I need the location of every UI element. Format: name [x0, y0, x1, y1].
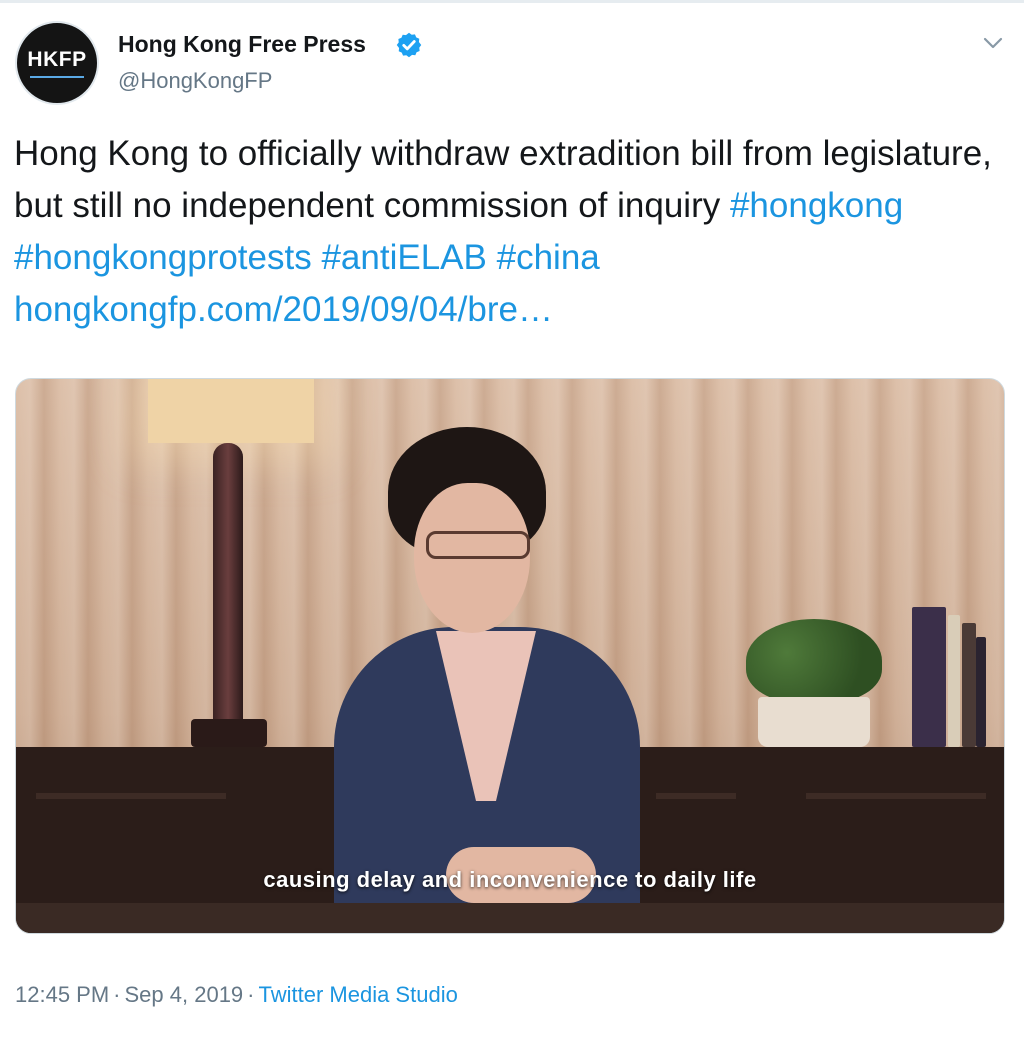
- hashtag-link[interactable]: #antiELAB: [321, 238, 486, 277]
- video-book: [912, 607, 946, 747]
- chevron-down-icon[interactable]: [980, 32, 1006, 54]
- tweet-text-segment: [487, 238, 497, 277]
- video-plant-pot: [758, 697, 870, 747]
- hashtag-link[interactable]: #hongkongprotests: [14, 238, 312, 277]
- video-player[interactable]: causing delay and inconvenience to daily…: [15, 378, 1005, 934]
- video-book: [948, 615, 960, 747]
- tweet-text: Hong Kong to officially withdraw extradi…: [14, 128, 1004, 336]
- tweet-date[interactable]: Sep 4, 2019: [125, 982, 244, 1007]
- meta-separator: ·: [113, 982, 121, 1007]
- url-link[interactable]: hongkongfp.com/2019/09/04/bre…: [14, 290, 553, 329]
- tweet-time[interactable]: 12:45 PM: [15, 982, 109, 1007]
- video-subtitle: causing delay and inconvenience to daily…: [263, 867, 757, 892]
- avatar-logo-rule: [30, 76, 84, 78]
- tweet-text-segment: [312, 238, 322, 277]
- video-lamp-shade: [148, 379, 314, 443]
- avatar[interactable]: HKFP: [15, 21, 99, 105]
- verified-badge-icon: [396, 32, 422, 58]
- video-person-glasses: [426, 531, 530, 559]
- video-lamp-base: [191, 719, 267, 747]
- video-plant: [746, 619, 882, 703]
- meta-separator: ·: [247, 982, 255, 1007]
- video-book: [976, 637, 986, 747]
- top-divider: [0, 0, 1024, 3]
- video-lamp-stem: [213, 443, 243, 733]
- video-cabinet-handle: [656, 793, 736, 799]
- tweet-source-link[interactable]: Twitter Media Studio: [259, 982, 458, 1007]
- hashtag-link[interactable]: #hongkong: [730, 186, 903, 225]
- author-display-name[interactable]: Hong Kong Free Press: [118, 31, 366, 58]
- video-cabinet-handle: [36, 793, 226, 799]
- video-book: [962, 623, 976, 747]
- author-handle[interactable]: @HongKongFP: [118, 68, 272, 94]
- tweet-meta: 12:45 PM · Sep 4, 2019 · Twitter Media Studi…: [15, 982, 458, 1008]
- hashtag-link[interactable]: #china: [497, 238, 600, 277]
- video-desk: [16, 903, 1004, 933]
- avatar-logo-text: HKFP: [27, 48, 87, 71]
- video-cabinet-handle: [806, 793, 986, 799]
